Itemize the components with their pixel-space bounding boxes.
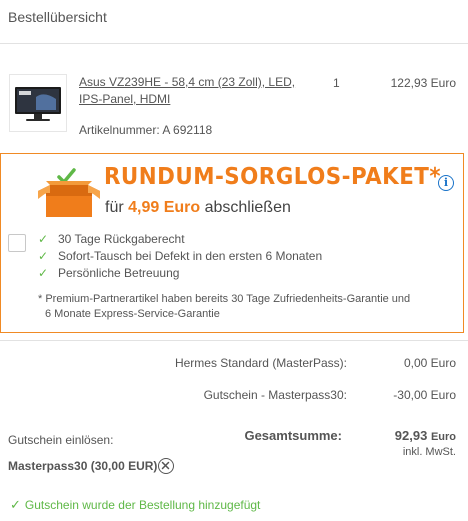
footnote-line: * Premium-Partnerartikel haben bereits 3…: [38, 293, 411, 305]
coupon-success-message: ✓ Gutschein wurde der Bestellung hinzugef…: [10, 497, 260, 513]
total-amount: 92,93: [394, 428, 428, 443]
applied-coupon: Masterpass30 (30,00 EUR): [8, 459, 158, 473]
total-unit: Euro: [430, 431, 456, 443]
package-checkbox[interactable]: [8, 234, 26, 252]
package-footnote: * Premium-Partnerartikel haben bereits 3…: [38, 292, 438, 322]
check-icon: ✓: [38, 266, 49, 280]
shipping-value: 0,00 Euro: [403, 356, 456, 370]
package-box-icon: [38, 168, 100, 217]
check-icon: ✓: [38, 249, 49, 263]
remove-coupon-button[interactable]: [158, 458, 174, 474]
product-name-link[interactable]: Asus VZ239HE - 58,4 cm (23 Zoll), LED, I…: [79, 74, 314, 108]
feature-item: ✓ Persönliche Betreuung: [38, 266, 179, 280]
coupon-label: Gutschein einlösen:: [8, 433, 114, 447]
shipping-label: Hermes Standard (MasterPass):: [174, 356, 347, 370]
footnote-line: 6 Monate Express-Service-Garantie: [45, 308, 220, 320]
divider: [0, 43, 468, 44]
total-value: 92,93 Euro: [395, 428, 456, 443]
product-price: 122,93 Euro: [390, 76, 456, 90]
voucher-label: Gutschein - Masterpass30:: [203, 388, 347, 402]
monitor-image: [15, 87, 61, 121]
feature-label: 30 Tage Rückgaberecht: [58, 232, 185, 246]
package-price-line: für 4,99 Euro abschließen: [105, 199, 291, 217]
close-icon: [161, 461, 170, 470]
check-icon: ✓: [10, 497, 21, 512]
total-label: Gesamtsumme:: [244, 428, 342, 443]
check-icon: ✓: [38, 232, 49, 246]
page-title: Bestellübersicht: [8, 9, 107, 25]
feature-item: ✓ Sofort-Tausch bei Defekt in den ersten …: [38, 249, 322, 263]
divider: [0, 340, 468, 341]
product-thumbnail[interactable]: [9, 74, 67, 132]
package-title: RUNDUM-SORGLOS-PAKET*: [104, 164, 441, 190]
package-price-suffix: abschließen: [200, 199, 291, 216]
voucher-value: -30,00 Euro: [393, 388, 456, 402]
package-price: 4,99 Euro: [128, 199, 201, 216]
feature-label: Sofort-Tausch bei Defekt in den ersten 6…: [58, 249, 323, 263]
success-text: Gutschein wurde der Bestellung hinzugefü…: [24, 498, 261, 512]
vat-note: inkl. MwSt.: [402, 446, 456, 458]
article-number: Artikelnummer: A 692118: [79, 123, 213, 137]
feature-label: Persönliche Betreuung: [58, 266, 180, 280]
product-quantity: 1: [333, 76, 340, 90]
info-icon[interactable]: i: [438, 175, 454, 191]
feature-item: ✓ 30 Tage Rückgaberecht: [38, 232, 185, 246]
package-price-prefix: für: [105, 199, 129, 216]
